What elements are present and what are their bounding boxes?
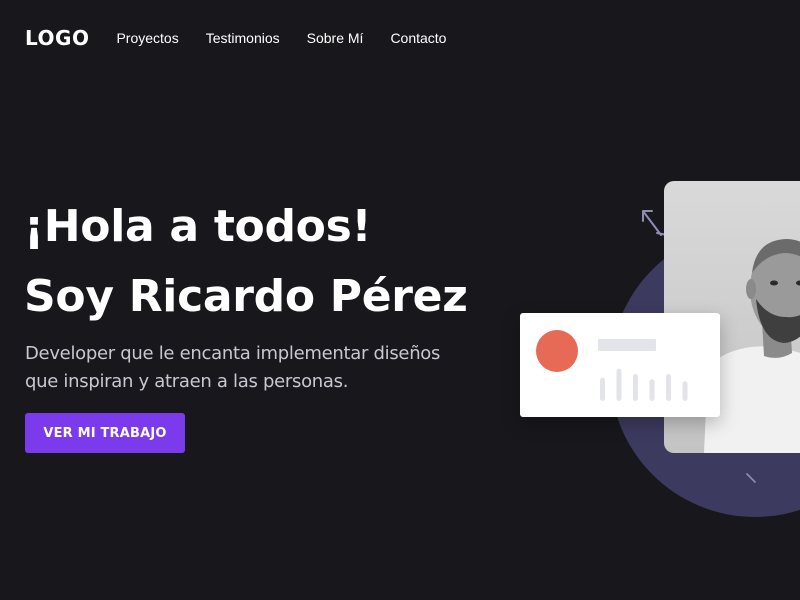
- card-bar: [649, 379, 655, 401]
- card-bar: [682, 381, 688, 401]
- card-bar: [600, 377, 605, 401]
- hero-title: ¡Hola a todos! Soy Ricardo Pérez: [24, 192, 468, 332]
- hero-illustration: [500, 160, 800, 540]
- page: LOGO Proyectos Testimonios Sobre Mí Cont…: [0, 0, 800, 600]
- hero-intro: Soy Ricardo Pérez: [24, 271, 468, 322]
- hero-greeting: ¡Hola a todos!: [24, 201, 372, 252]
- nav-link-contacto[interactable]: Contacto: [390, 30, 446, 46]
- nav-link-testimonios[interactable]: Testimonios: [206, 30, 280, 46]
- view-work-button[interactable]: VER MI TRABAJO: [25, 413, 185, 453]
- hero-subtitle: Developer que le encanta implementar dis…: [25, 343, 441, 392]
- stats-dot: [536, 330, 578, 372]
- card-bar: [633, 374, 638, 401]
- stats-card: [520, 313, 720, 417]
- bar-graph-icon: [600, 368, 688, 401]
- tick-doodle-icon: [746, 473, 756, 483]
- nav-link-proyectos[interactable]: Proyectos: [116, 30, 178, 46]
- card-bar: [616, 368, 622, 401]
- top-navigation: LOGO Proyectos Testimonios Sobre Mí Cont…: [25, 26, 473, 50]
- card-bar: [666, 374, 671, 401]
- nav-link-sobre-mi[interactable]: Sobre Mí: [307, 30, 364, 46]
- stats-placeholder-line: [598, 339, 656, 351]
- logo[interactable]: LOGO: [25, 26, 89, 50]
